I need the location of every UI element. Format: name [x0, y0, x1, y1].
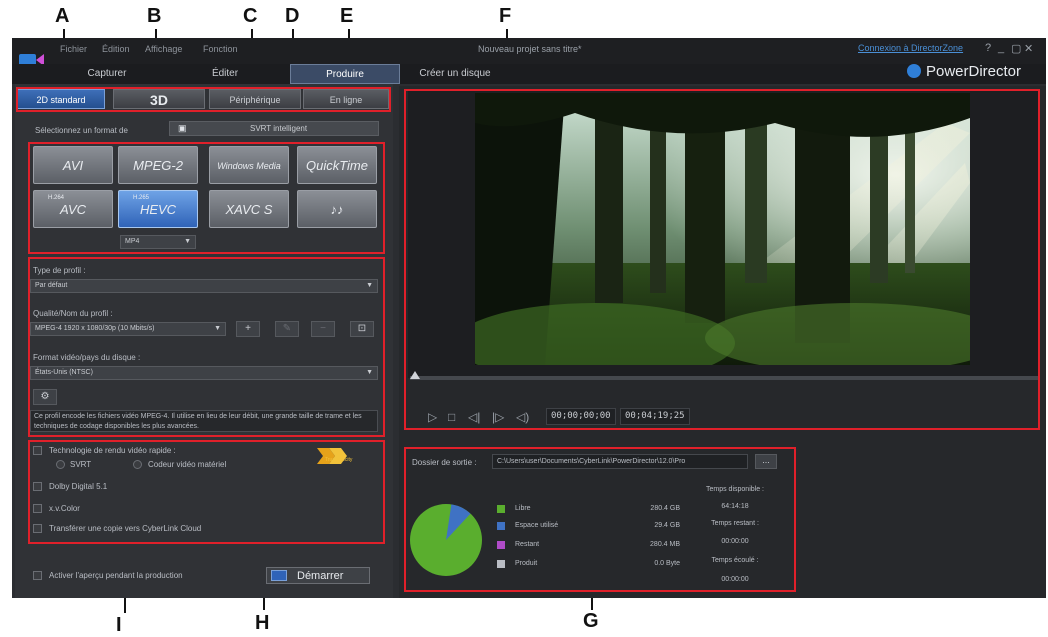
callout-h: H: [255, 612, 270, 634]
start-button[interactable]: Démarrer: [266, 567, 370, 584]
highlight-box-output: [404, 447, 796, 592]
tab-capture[interactable]: Capturer: [52, 64, 162, 84]
menu-function[interactable]: Fonction: [203, 44, 238, 54]
callout-d: D: [285, 5, 300, 27]
preview-during-production-label: Activer l'aperçu pendant la production: [49, 571, 183, 580]
menu-view[interactable]: Affichage: [145, 44, 182, 54]
callout-a: A: [55, 5, 70, 27]
highlight-box-options: [28, 440, 385, 544]
close-button[interactable]: ✕: [1024, 42, 1033, 55]
minimize-button[interactable]: _: [998, 42, 1004, 54]
callout-f: F: [499, 5, 512, 27]
highlight-box-profile: [28, 257, 385, 437]
svrt-label: SVRT intelligent: [250, 124, 308, 133]
format-label: Sélectionnez un format de: [35, 126, 128, 135]
brand-name: PowerDirector: [926, 63, 1022, 80]
highlight-box-preview: [404, 89, 1040, 430]
callout-b: B: [147, 5, 162, 27]
tab-create-disc[interactable]: Créer un disque: [405, 64, 505, 84]
highlight-box-formats: [28, 142, 385, 254]
callout-g: G: [583, 610, 599, 632]
mode-bar: [12, 64, 1046, 84]
callout-i: I: [116, 614, 122, 636]
callout-c: C: [243, 5, 258, 27]
powerdirector-logo-icon: [907, 64, 921, 78]
maximize-button[interactable]: ▢: [1011, 42, 1021, 55]
help-button[interactable]: ?: [985, 42, 991, 54]
svrt-selector[interactable]: ▣ SVRT intelligent: [169, 121, 379, 136]
produce-icon: [271, 570, 287, 581]
callout-e: E: [340, 5, 354, 27]
menu-file[interactable]: Fichier: [60, 44, 87, 54]
tab-produce[interactable]: Produire: [290, 64, 400, 84]
brand: PowerDirector: [907, 63, 1021, 80]
menu-edit[interactable]: Édition: [102, 44, 130, 54]
svrt-icon: ▣: [178, 123, 187, 133]
login-link[interactable]: Connexion à DirectorZone: [858, 43, 963, 53]
start-label: Démarrer: [297, 570, 344, 582]
tab-edit[interactable]: Éditer: [170, 64, 280, 84]
highlight-box-tabs: [16, 87, 391, 112]
preview-during-production-checkbox[interactable]: [33, 571, 42, 580]
window-title: Nouveau projet sans titre*: [478, 44, 582, 54]
